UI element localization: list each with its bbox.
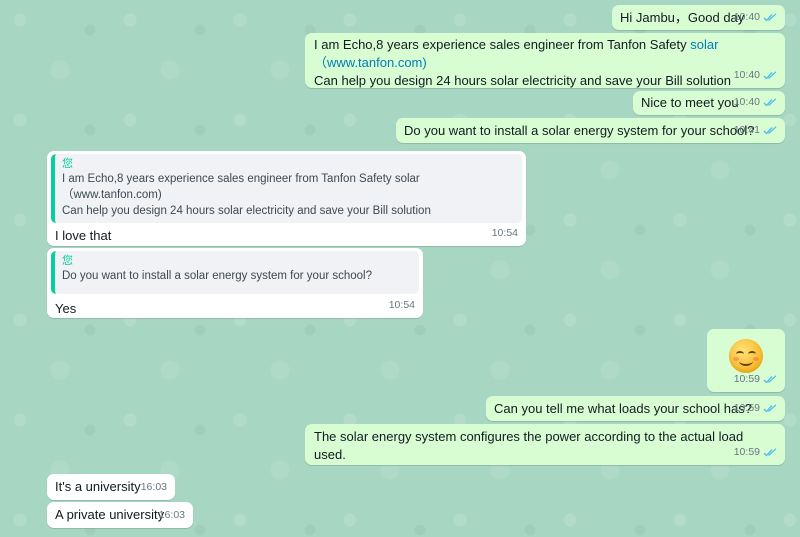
message-text: The solar energy system configures the p… <box>314 429 744 462</box>
message-outgoing[interactable]: Hi Jambu，Good day 10:40 <box>612 5 785 30</box>
quote-line: Can help you design 24 hours solar elect… <box>62 205 431 217</box>
message-text: It's a university <box>55 479 141 494</box>
message-text: Do you want to install a solar energy sy… <box>404 123 755 138</box>
message-text: A private university <box>55 507 165 522</box>
message-link[interactable]: solar <box>690 37 718 52</box>
message-incoming[interactable]: It's a university 16:03 <box>47 474 175 500</box>
message-time: 10:59 <box>733 373 760 385</box>
message-meta: 10:59 <box>734 443 777 461</box>
quote-line: （www.tanfon.com) <box>62 189 162 201</box>
double-check-icon <box>763 374 777 384</box>
message-incoming[interactable]: 您 I am Echo,8 years experience sales eng… <box>47 151 526 246</box>
message-meta: 16:03 <box>159 506 185 524</box>
message-text: Hi Jambu，Good day <box>620 10 745 25</box>
message-text: Can you tell me what loads your school h… <box>494 401 752 416</box>
double-check-icon <box>763 70 777 80</box>
message-time: 10:59 <box>733 446 760 458</box>
message-meta: 10:40 <box>734 66 777 84</box>
message-meta: 10:54 <box>389 296 415 314</box>
message-meta: 10:59 <box>734 370 777 388</box>
message-time: 10:54 <box>491 227 518 239</box>
website-link[interactable]: （www.tanfon.com) <box>314 54 777 72</box>
message-text: I love that <box>55 228 112 243</box>
message-outgoing[interactable]: Do you want to install a solar energy sy… <box>396 118 785 143</box>
message-time: 10:40 <box>733 69 760 81</box>
message-time: 10:40 <box>733 11 760 23</box>
message-line: Can help you design 24 hours solar elect… <box>314 73 731 88</box>
message-meta: 16:03 <box>141 478 167 496</box>
message-time: 10:54 <box>388 299 415 311</box>
message-meta: 10:40 <box>734 93 777 111</box>
message-time: 10:41 <box>733 124 760 136</box>
quoted-message[interactable]: 您 I am Echo,8 years experience sales eng… <box>51 154 522 223</box>
message-meta: 10:41 <box>734 121 777 139</box>
double-check-icon <box>763 125 777 135</box>
message-text: I am Echo,8 years experience sales engin… <box>314 37 691 52</box>
message-text: Nice to meet you <box>641 95 739 110</box>
message-time: 10:40 <box>733 96 760 108</box>
double-check-icon <box>763 447 777 457</box>
double-check-icon <box>763 403 777 413</box>
message-line: I am Echo,8 years experience sales engin… <box>314 36 777 54</box>
message-meta: 10:40 <box>734 8 777 26</box>
message-meta: 10:59 <box>734 399 777 417</box>
quote-author: 您 <box>62 255 73 267</box>
quote-line: Do you want to install a solar energy sy… <box>62 270 373 282</box>
message-incoming[interactable]: 您 Do you want to install a solar energy … <box>47 248 423 318</box>
message-outgoing[interactable]: Nice to meet you 10:40 <box>633 91 785 115</box>
message-time: 16:03 <box>140 481 167 493</box>
message-incoming[interactable]: A private university 16:03 <box>47 502 193 528</box>
message-outgoing[interactable]: The solar energy system configures the p… <box>305 424 785 465</box>
message-outgoing[interactable]: Can you tell me what loads your school h… <box>486 396 785 421</box>
smiling-face-emoji <box>729 339 763 373</box>
quote-author: 您 <box>62 158 73 170</box>
double-check-icon <box>763 97 777 107</box>
message-text: Yes <box>55 301 77 316</box>
quoted-message[interactable]: 您 Do you want to install a solar energy … <box>51 251 419 294</box>
message-outgoing[interactable]: I am Echo,8 years experience sales engin… <box>305 33 785 88</box>
message-meta: 10:54 <box>492 224 518 242</box>
message-time: 10:59 <box>733 402 760 414</box>
double-check-icon <box>763 12 777 22</box>
quote-line: I am Echo,8 years experience sales engin… <box>62 173 420 185</box>
message-outgoing[interactable]: 10:59 <box>707 329 785 392</box>
message-time: 16:03 <box>158 509 185 521</box>
